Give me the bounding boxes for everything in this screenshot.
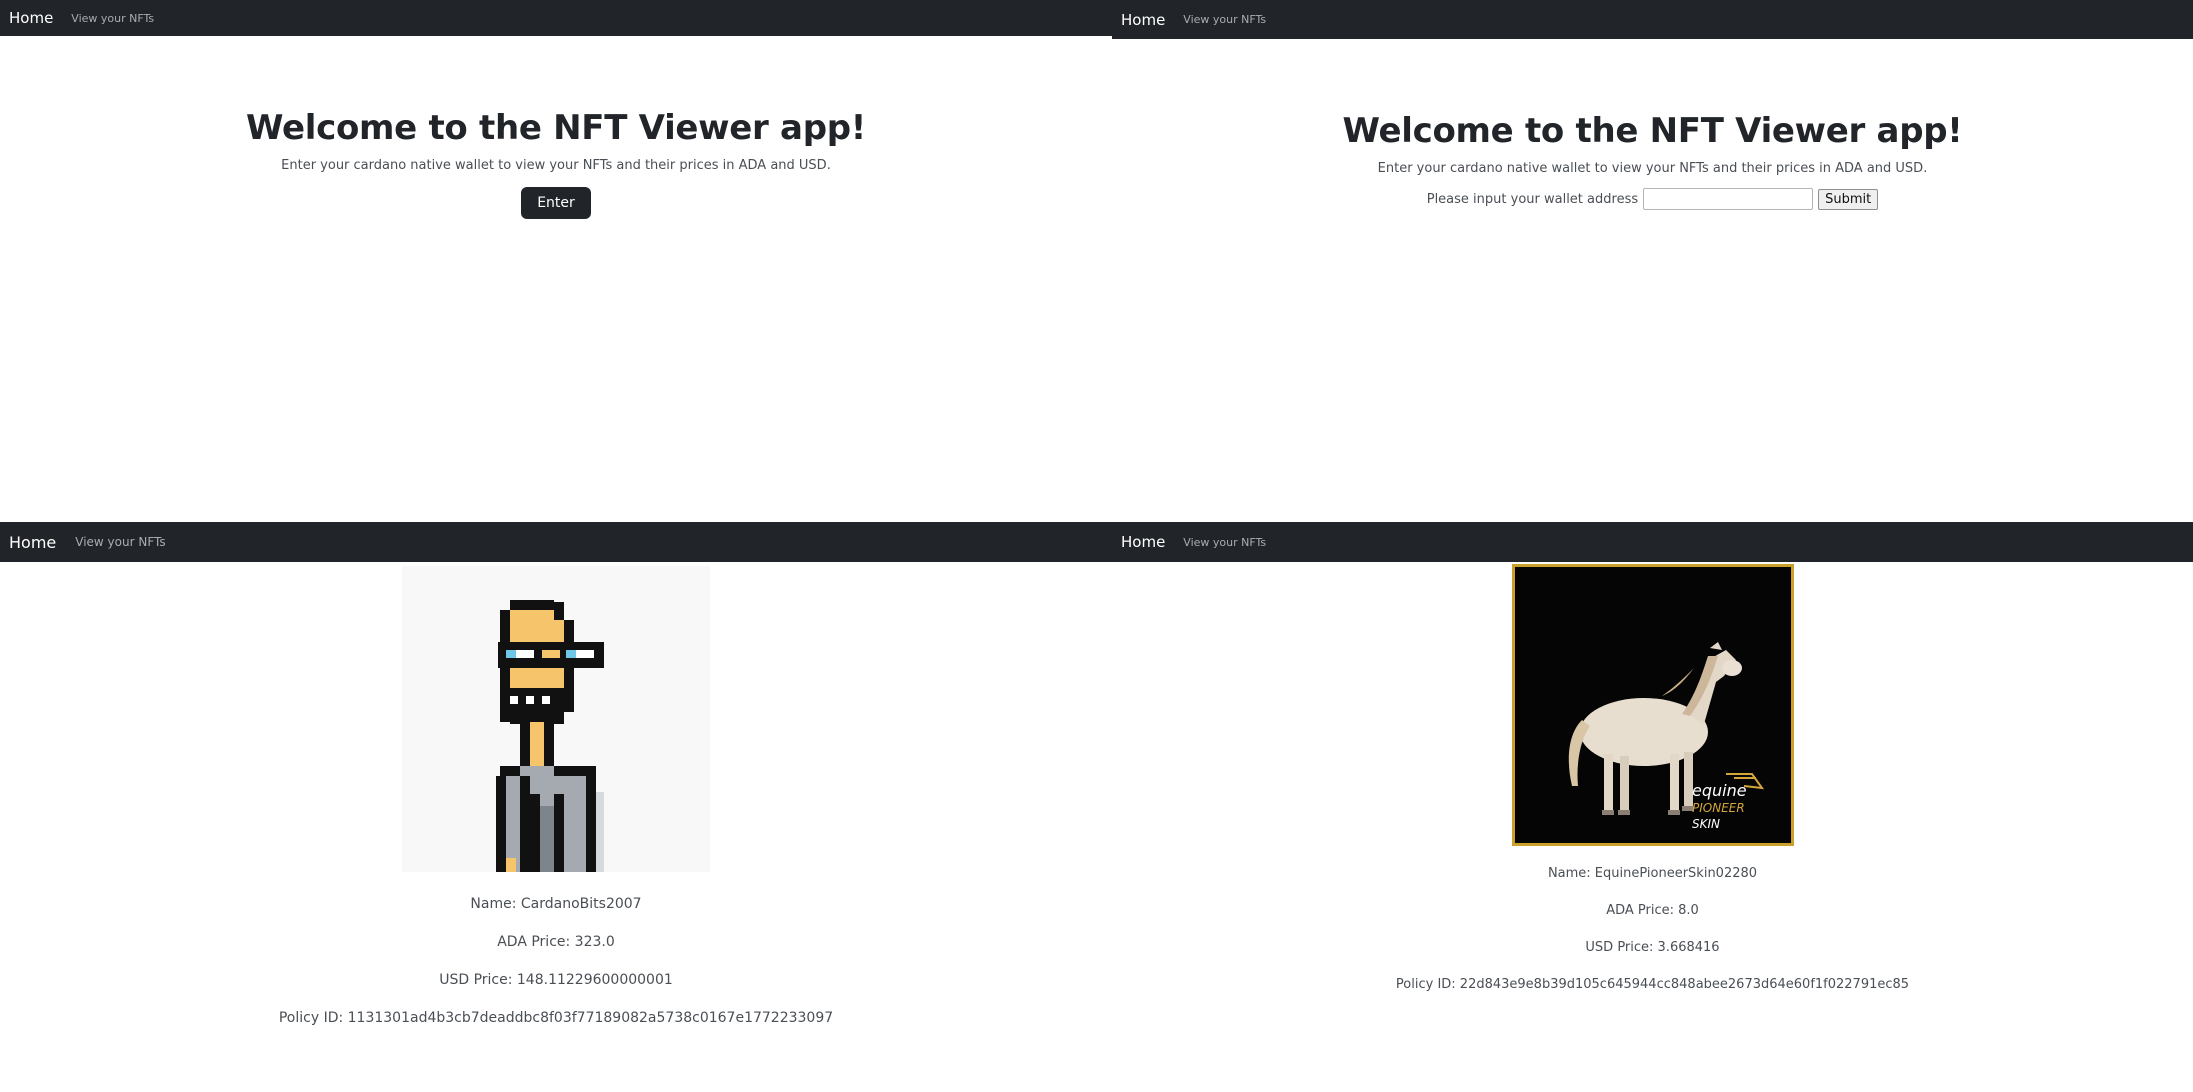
brand-text-3: SKIN [1692, 817, 1720, 831]
nav-home-link[interactable]: Home [9, 9, 53, 27]
wallet-prompt-label: Please input your wallet address [1426, 191, 1639, 207]
nft-policy-id: Policy ID: 22d843e9e8b39d105c645944cc848… [1395, 977, 1910, 992]
page-title: Welcome to the NFT Viewer app! [246, 108, 866, 148]
nft-usd-price: USD Price: 148.11229600000001 [439, 972, 673, 988]
page-subtitle: Enter your cardano native wallet to view… [1377, 161, 1928, 176]
navbar: Home View your NFTs [1112, 522, 2193, 562]
panel-home-wallet-form: Home View your NFTs Welcome to the NFT V… [1112, 0, 2193, 522]
nav-view-nfts-link[interactable]: View your NFTs [1183, 13, 1266, 26]
submit-button[interactable]: Submit [1818, 188, 1879, 210]
panel-home-enter: Home View your NFTs Welcome to the NFT V… [0, 0, 1112, 522]
nft-policy-id: Policy ID: 1131301ad4b3cb7deaddbc8f03f77… [278, 1010, 834, 1026]
brand-text-2: PIONEER [1692, 801, 1745, 815]
navbar: Home View your NFTs [0, 522, 1112, 562]
brand-text-1: equine [1692, 781, 1747, 800]
nft-name: Name: EquinePioneerSkin02280 [1547, 866, 1758, 881]
page-subtitle: Enter your cardano native wallet to view… [281, 158, 831, 173]
nav-view-nfts-link[interactable]: View your NFTs [1183, 536, 1266, 549]
nav-home-link[interactable]: Home [9, 533, 56, 552]
pixel-art-character-icon [402, 566, 710, 872]
nft-ada-price: ADA Price: 8.0 [1606, 903, 1699, 918]
welcome-section: Welcome to the NFT Viewer app! Enter you… [0, 36, 1112, 219]
nft-card: Name: CardanoBits2007 ADA Price: 323.0 U… [0, 566, 1112, 1026]
nav-view-nfts-link[interactable]: View your NFTs [75, 535, 165, 549]
navbar: Home View your NFTs [0, 0, 1112, 36]
panel-nft-equine: Home View your NFTs equine PIONEER SKIN … [1112, 522, 2193, 1092]
navbar: Home View your NFTs [1112, 0, 2193, 39]
welcome-section: Welcome to the NFT Viewer app! Enter you… [1112, 39, 2193, 210]
horse-artwork-icon: equine PIONEER SKIN [1511, 564, 1794, 846]
nav-view-nfts-link[interactable]: View your NFTs [71, 12, 154, 25]
page-title: Welcome to the NFT Viewer app! [1342, 111, 1963, 151]
panel-nft-cardanobits: Home View your NFTs Name: CardanoBits200… [0, 522, 1112, 1092]
nav-home-link[interactable]: Home [1121, 533, 1165, 551]
nav-home-link[interactable]: Home [1121, 11, 1165, 29]
nft-ada-price: ADA Price: 323.0 [497, 934, 615, 950]
wallet-form: Please input your wallet address Submit [1112, 188, 2193, 210]
nft-usd-price: USD Price: 3.668416 [1585, 940, 1720, 955]
nft-card: equine PIONEER SKIN Name: EquinePioneerS… [1112, 564, 2193, 992]
wallet-address-input[interactable] [1643, 188, 1814, 210]
nft-name: Name: CardanoBits2007 [470, 896, 642, 912]
enter-button[interactable]: Enter [521, 187, 591, 219]
